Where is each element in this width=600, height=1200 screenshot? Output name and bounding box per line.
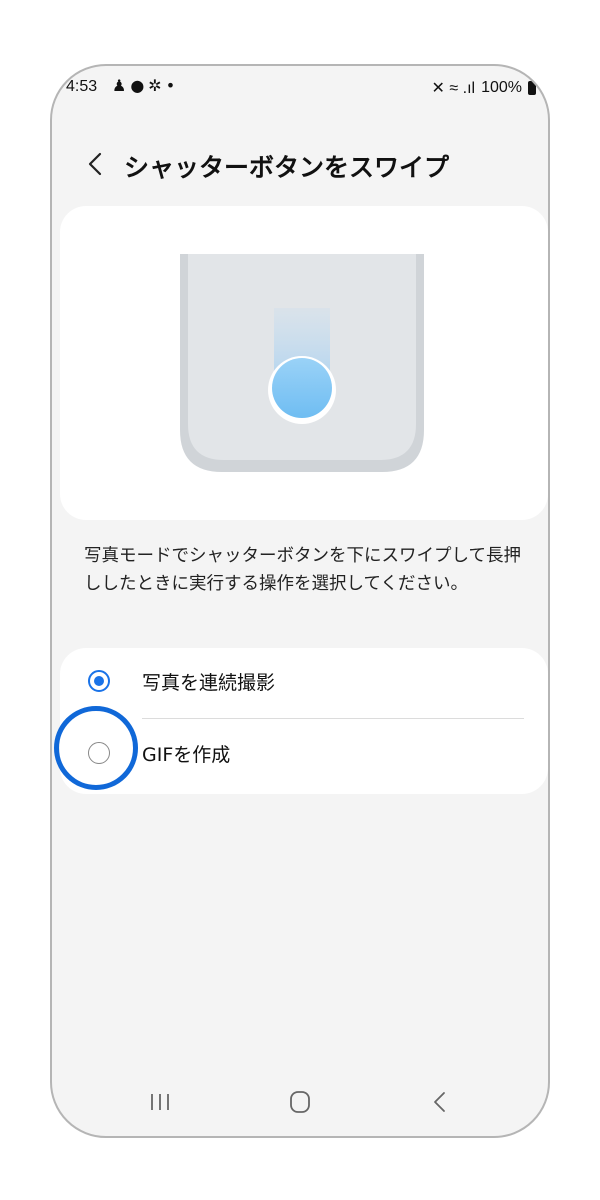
- options-card: 写真を連続撮影 GIFを作成: [60, 648, 548, 794]
- recents-button[interactable]: [140, 1084, 180, 1120]
- back-icon: [434, 1092, 445, 1112]
- radio-unselected[interactable]: [88, 742, 110, 764]
- chevron-left-icon: [88, 152, 102, 176]
- status-right-group: ✕ ≈ .ıl 100%: [432, 78, 536, 98]
- notification-icons: ♟●✲•: [112, 76, 180, 95]
- illustration-card: [60, 206, 548, 520]
- option-create-gif[interactable]: GIFを作成: [60, 720, 548, 790]
- nav-back-button[interactable]: [420, 1084, 460, 1120]
- back-button[interactable]: [82, 146, 110, 182]
- status-time: 4:53: [66, 78, 98, 95]
- header: シャッターボタンをスワイプ: [52, 144, 548, 188]
- home-button[interactable]: [280, 1084, 320, 1120]
- option-label: GIFを作成: [142, 744, 231, 766]
- page-title: シャッターボタンをスワイプ: [124, 153, 450, 182]
- radio-selected[interactable]: [88, 670, 110, 692]
- battery-icon: [528, 81, 536, 95]
- divider: [142, 718, 524, 719]
- shutter-swipe-illustration: [180, 254, 424, 472]
- battery-percent: 100%: [481, 79, 522, 96]
- connectivity-icons: ✕ ≈ .ıl: [431, 80, 476, 97]
- recents-icon: [151, 1094, 169, 1110]
- phone-frame: 4:53 ♟●✲• ✕ ≈ .ıl 100% シャッターボタンをスワイプ 写真モ…: [50, 64, 550, 1138]
- option-label: 写真を連続撮影: [142, 672, 276, 694]
- description-text: 写真モードでシャッターボタンを下にスワイプして長押ししたときに実行する操作を選択…: [84, 546, 521, 594]
- option-burst-shot[interactable]: 写真を連続撮影: [60, 648, 548, 718]
- home-icon: [290, 1091, 310, 1113]
- status-bar: 4:53 ♟●✲• ✕ ≈ .ıl 100%: [52, 66, 548, 112]
- navigation-bar: [52, 1072, 548, 1136]
